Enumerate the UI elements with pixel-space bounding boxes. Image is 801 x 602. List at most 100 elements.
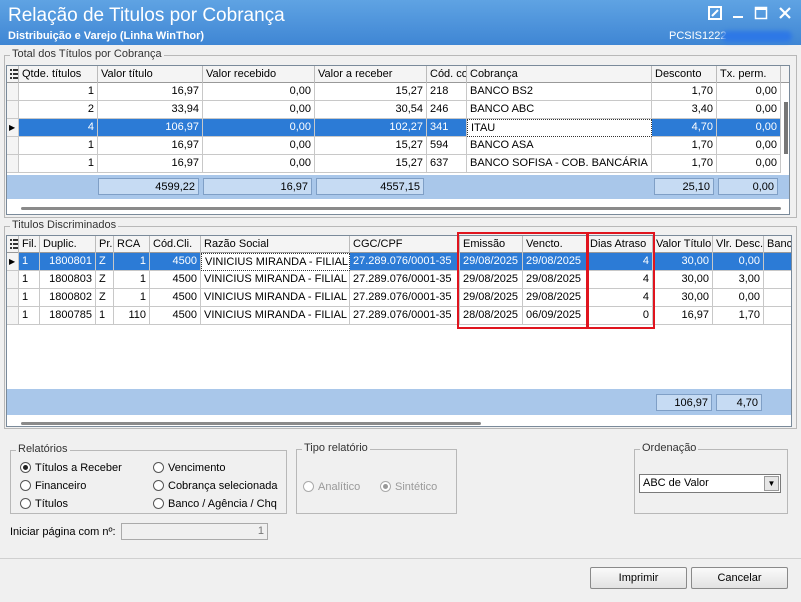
row-indicator[interactable]: ▶ — [7, 119, 19, 137]
radio-cobranca-selecionada[interactable]: Cobrança selecionada — [153, 479, 277, 493]
table-cell-valor-titulo[interactable]: 106,97 — [98, 119, 203, 137]
table-cell-qtde[interactable]: 1 — [19, 137, 98, 155]
table-cell-valor-recebido[interactable]: 0,00 — [203, 155, 315, 173]
total-by-collection-grid[interactable]: Qtde. títulos Valor título Valor recebido V… — [6, 65, 790, 215]
row-indicator[interactable] — [7, 101, 19, 119]
vertical-scrollbar[interactable] — [784, 102, 788, 154]
table-cell-cod-cli[interactable]: 4500 — [150, 289, 201, 307]
radio-titulos[interactable]: Títulos — [20, 497, 68, 511]
table-cell-razao-social[interactable]: VINICIUS MIRANDA - FILIAL I — [201, 289, 350, 307]
table-cell-cobranca[interactable]: BANCO ASA — [467, 137, 652, 155]
table-cell-qtde[interactable]: 4 — [19, 119, 98, 137]
table-cell-valor-a-receber[interactable]: 102,27 — [315, 119, 427, 137]
table-cell-valor-titulo[interactable]: 16,97 — [98, 155, 203, 173]
maximize-icon[interactable] — [754, 6, 768, 20]
table-cell-cobranca[interactable]: ITAU — [467, 119, 652, 137]
table-cell-banco[interactable] — [764, 289, 791, 307]
column-header-desconto[interactable]: Desconto — [652, 66, 717, 83]
table-cell-pr[interactable]: 1 — [96, 307, 114, 325]
horizontal-scrollbar[interactable] — [21, 207, 781, 210]
table-cell-tx-perm[interactable]: 0,00 — [717, 137, 781, 155]
table-cell-fil[interactable]: 1 — [19, 289, 40, 307]
cancel-button[interactable]: Cancelar — [691, 567, 788, 589]
table-cell-valor-a-receber[interactable]: 15,27 — [315, 155, 427, 173]
table-cell-duplic[interactable]: 1800801 — [40, 253, 96, 271]
table-cell-pr[interactable]: Z — [96, 253, 114, 271]
table-cell-qtde[interactable]: 2 — [19, 101, 98, 119]
table-cell-rca[interactable]: 110 — [114, 307, 150, 325]
chevron-down-icon[interactable]: ▼ — [764, 476, 779, 491]
table-cell-valor-recebido[interactable]: 0,00 — [203, 119, 315, 137]
table-cell-desconto[interactable]: 1,70 — [652, 155, 717, 173]
table-cell-desconto[interactable]: 1,70 — [652, 83, 717, 101]
table-cell-pr[interactable]: Z — [96, 271, 114, 289]
table-cell-duplic[interactable]: 1800803 — [40, 271, 96, 289]
column-header-valor-a-receber[interactable]: Valor a receber — [315, 66, 427, 83]
table-cell-fil[interactable]: 1 — [19, 253, 40, 271]
table-cell-desconto[interactable]: 1,70 — [652, 137, 717, 155]
table-cell-cod-cobranca[interactable]: 637 — [427, 155, 467, 173]
column-header-cobranca[interactable]: Cobrança — [467, 66, 652, 83]
table-cell-duplic[interactable]: 1800785 — [40, 307, 96, 325]
radio-financeiro[interactable]: Financeiro — [20, 479, 86, 493]
table-cell-valor-titulo[interactable]: 16,97 — [98, 137, 203, 155]
row-indicator[interactable]: ▶ — [7, 253, 19, 271]
table-cell-desconto[interactable]: 4,70 — [652, 119, 717, 137]
column-header-banco[interactable]: Banco — [764, 236, 791, 253]
table-cell-cobranca[interactable]: BANCO SOFISA - COB. BANCÁRIA — [467, 155, 652, 173]
minimize-icon[interactable] — [731, 6, 745, 20]
row-indicator[interactable] — [7, 137, 19, 155]
ordering-select[interactable]: ABC de Valor ▼ — [639, 474, 781, 493]
table-cell-razao-social[interactable]: VINICIUS MIRANDA - FILIAL I — [201, 271, 350, 289]
table-cell-pr[interactable]: Z — [96, 289, 114, 307]
row-indicator[interactable] — [7, 307, 19, 325]
column-header-cgc-cpf[interactable]: CGC/CPF — [350, 236, 460, 253]
table-cell-fil[interactable]: 1 — [19, 271, 40, 289]
table-cell-rca[interactable]: 1 — [114, 289, 150, 307]
table-cell-cod-cli[interactable]: 4500 — [150, 307, 201, 325]
column-header-tx-perm[interactable]: Tx. perm. — [717, 66, 781, 83]
table-cell-duplic[interactable]: 1800802 — [40, 289, 96, 307]
table-cell-banco[interactable] — [764, 253, 791, 271]
table-cell-cgc-cpf[interactable]: 27.289.076/0001-35 — [350, 289, 460, 307]
row-indicator[interactable] — [7, 155, 19, 173]
table-cell-razao-social[interactable]: VINICIUS MIRANDA - FILIAL I — [201, 253, 350, 271]
radio-sintetico[interactable]: Sintético — [380, 480, 437, 494]
column-header-fil[interactable]: Fil. — [19, 236, 40, 253]
table-cell-cod-cobranca[interactable]: 246 — [427, 101, 467, 119]
table-cell-cgc-cpf[interactable]: 27.289.076/0001-35 — [350, 307, 460, 325]
table-cell-vlr-desc[interactable]: 0,00 — [713, 289, 764, 307]
table-cell-valor-titulo[interactable]: 30,00 — [653, 271, 713, 289]
table-cell-valor-recebido[interactable]: 0,00 — [203, 83, 315, 101]
column-header-pr[interactable]: Pr. — [96, 236, 114, 253]
radio-analitico[interactable]: Analítico — [303, 480, 360, 494]
table-cell-valor-a-receber[interactable]: 15,27 — [315, 137, 427, 155]
table-cell-cobranca[interactable]: BANCO ABC — [467, 101, 652, 119]
column-header-vlr-desc[interactable]: Vlr. Desc. — [713, 236, 764, 253]
table-cell-cgc-cpf[interactable]: 27.289.076/0001-35 — [350, 253, 460, 271]
table-cell-cobranca[interactable]: BANCO BS2 — [467, 83, 652, 101]
table-cell-razao-social[interactable]: VINICIUS MIRANDA - FILIAL I — [201, 307, 350, 325]
table-cell-valor-recebido[interactable]: 0,00 — [203, 101, 315, 119]
column-header-rca[interactable]: RCA — [114, 236, 150, 253]
table-cell-cod-cli[interactable]: 4500 — [150, 253, 201, 271]
restore-icon[interactable] — [708, 6, 722, 20]
table-cell-valor-a-receber[interactable]: 30,54 — [315, 101, 427, 119]
row-indicator[interactable] — [7, 289, 19, 307]
table-cell-tx-perm[interactable]: 0,00 — [717, 83, 781, 101]
column-header-qtde[interactable]: Qtde. títulos — [19, 66, 98, 83]
table-cell-valor-a-receber[interactable]: 15,27 — [315, 83, 427, 101]
table-cell-rca[interactable]: 1 — [114, 253, 150, 271]
table-cell-cgc-cpf[interactable]: 27.289.076/0001-35 — [350, 271, 460, 289]
column-header-cod-cobranca[interactable]: Cód. co — [427, 66, 467, 83]
grid-options-icon[interactable] — [7, 236, 19, 253]
table-cell-rca[interactable]: 1 — [114, 271, 150, 289]
table-cell-banco[interactable] — [764, 271, 791, 289]
close-icon[interactable] — [778, 6, 792, 20]
itemized-titles-grid[interactable]: Fil. Duplic. Pr. RCA Cód.Cli. Razão Social CGC… — [6, 235, 792, 427]
table-cell-valor-titulo[interactable]: 33,94 — [98, 101, 203, 119]
table-cell-vlr-desc[interactable]: 1,70 — [713, 307, 764, 325]
table-cell-valor-recebido[interactable]: 0,00 — [203, 137, 315, 155]
column-header-valor-recebido[interactable]: Valor recebido — [203, 66, 315, 83]
table-cell-cod-cobranca[interactable]: 218 — [427, 83, 467, 101]
